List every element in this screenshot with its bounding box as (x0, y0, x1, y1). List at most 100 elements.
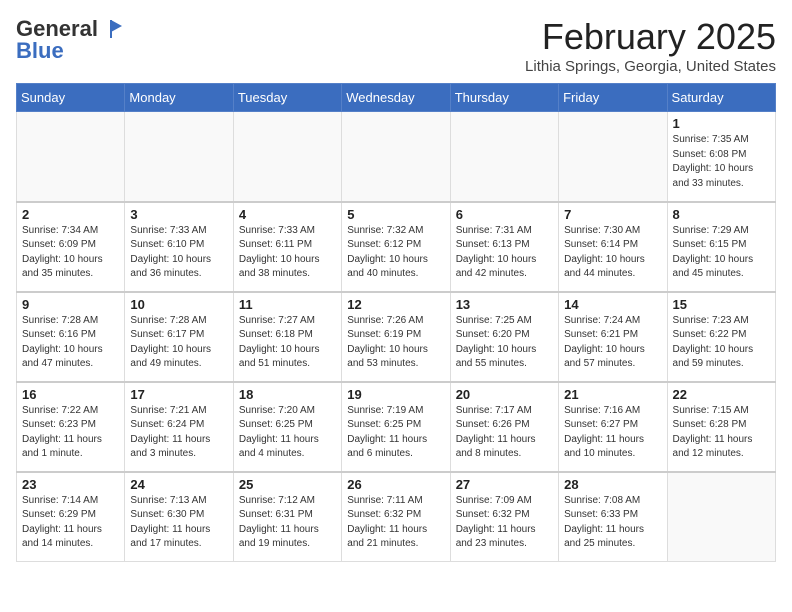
day-info: Sunrise: 7:21 AM Sunset: 6:24 PM Dayligh… (130, 404, 227, 462)
day-number: 2 (22, 207, 119, 222)
day-number: 9 (22, 297, 119, 312)
day-info: Sunrise: 7:33 AM Sunset: 6:11 PM Dayligh… (239, 224, 336, 282)
calendar-day (667, 472, 775, 562)
day-info: Sunrise: 7:34 AM Sunset: 6:09 PM Dayligh… (22, 224, 119, 282)
day-info: Sunrise: 7:15 AM Sunset: 6:28 PM Dayligh… (673, 404, 770, 462)
calendar-day: 25 Sunrise: 7:12 AM Sunset: 6:31 PM Dayli… (233, 472, 341, 562)
calendar-day (342, 112, 450, 202)
day-number: 12 (347, 297, 444, 312)
day-info: Sunrise: 7:30 AM Sunset: 6:14 PM Dayligh… (564, 224, 661, 282)
day-number: 22 (673, 387, 770, 402)
calendar-day: 20 Sunrise: 7:17 AM Sunset: 6:26 PM Dayli… (450, 382, 558, 472)
day-info: Sunrise: 7:23 AM Sunset: 6:22 PM Dayligh… (673, 314, 770, 372)
location-subtitle: Lithia Springs, Georgia, United States (525, 58, 776, 75)
weekday-header-row: SundayMondayTuesdayWednesdayThursdayFrid… (17, 84, 776, 112)
day-info: Sunrise: 7:29 AM Sunset: 6:15 PM Dayligh… (673, 224, 770, 282)
week-row-3: 9 Sunrise: 7:28 AM Sunset: 6:16 PM Daylig… (17, 292, 776, 382)
calendar-day: 6 Sunrise: 7:31 AM Sunset: 6:13 PM Daylig… (450, 202, 558, 292)
day-info: Sunrise: 7:32 AM Sunset: 6:12 PM Dayligh… (347, 224, 444, 282)
day-info: Sunrise: 7:14 AM Sunset: 6:29 PM Dayligh… (22, 494, 119, 552)
day-number: 6 (456, 207, 553, 222)
day-number: 13 (456, 297, 553, 312)
day-info: Sunrise: 7:28 AM Sunset: 6:16 PM Dayligh… (22, 314, 119, 372)
day-number: 27 (456, 477, 553, 492)
day-info: Sunrise: 7:08 AM Sunset: 6:33 PM Dayligh… (564, 494, 661, 552)
day-info: Sunrise: 7:19 AM Sunset: 6:25 PM Dayligh… (347, 404, 444, 462)
logo-blue-text: Blue (16, 38, 64, 64)
weekday-header-friday: Friday (559, 84, 667, 112)
calendar-day: 26 Sunrise: 7:11 AM Sunset: 6:32 PM Dayli… (342, 472, 450, 562)
day-number: 1 (673, 116, 770, 131)
calendar-day: 17 Sunrise: 7:21 AM Sunset: 6:24 PM Dayli… (125, 382, 233, 472)
day-info: Sunrise: 7:31 AM Sunset: 6:13 PM Dayligh… (456, 224, 553, 282)
calendar-day: 15 Sunrise: 7:23 AM Sunset: 6:22 PM Dayli… (667, 292, 775, 382)
day-info: Sunrise: 7:24 AM Sunset: 6:21 PM Dayligh… (564, 314, 661, 372)
weekday-header-sunday: Sunday (17, 84, 125, 112)
calendar-day: 22 Sunrise: 7:15 AM Sunset: 6:28 PM Dayli… (667, 382, 775, 472)
day-info: Sunrise: 7:17 AM Sunset: 6:26 PM Dayligh… (456, 404, 553, 462)
calendar-day: 16 Sunrise: 7:22 AM Sunset: 6:23 PM Dayli… (17, 382, 125, 472)
weekday-header-thursday: Thursday (450, 84, 558, 112)
calendar-day (125, 112, 233, 202)
day-info: Sunrise: 7:35 AM Sunset: 6:08 PM Dayligh… (673, 133, 770, 191)
calendar-day: 1 Sunrise: 7:35 AM Sunset: 6:08 PM Daylig… (667, 112, 775, 202)
calendar-day: 24 Sunrise: 7:13 AM Sunset: 6:30 PM Dayli… (125, 472, 233, 562)
day-number: 20 (456, 387, 553, 402)
calendar-day: 3Sunrise: 7:33 AM Sunset: 6:10 PM Daylig… (125, 202, 233, 292)
calendar-day: 5 Sunrise: 7:32 AM Sunset: 6:12 PM Daylig… (342, 202, 450, 292)
day-info: Sunrise: 7:09 AM Sunset: 6:32 PM Dayligh… (456, 494, 553, 552)
week-row-1: 1 Sunrise: 7:35 AM Sunset: 6:08 PM Daylig… (17, 112, 776, 202)
day-info: Sunrise: 7:22 AM Sunset: 6:23 PM Dayligh… (22, 404, 119, 462)
month-title: February 2025 (525, 16, 776, 58)
calendar-day: 9 Sunrise: 7:28 AM Sunset: 6:16 PM Daylig… (17, 292, 125, 382)
weekday-header-wednesday: Wednesday (342, 84, 450, 112)
calendar-day: 7 Sunrise: 7:30 AM Sunset: 6:14 PM Daylig… (559, 202, 667, 292)
calendar-day (450, 112, 558, 202)
week-row-5: 23 Sunrise: 7:14 AM Sunset: 6:29 PM Dayli… (17, 472, 776, 562)
day-number: 23 (22, 477, 119, 492)
day-number: 17 (130, 387, 227, 402)
day-number: 7 (564, 207, 661, 222)
week-row-2: 2 Sunrise: 7:34 AM Sunset: 6:09 PM Daylig… (17, 202, 776, 292)
day-number: 24 (130, 477, 227, 492)
day-number: 16 (22, 387, 119, 402)
day-info: Sunrise: 7:12 AM Sunset: 6:31 PM Dayligh… (239, 494, 336, 552)
week-row-4: 16 Sunrise: 7:22 AM Sunset: 6:23 PM Dayli… (17, 382, 776, 472)
calendar-day (233, 112, 341, 202)
logo: General Blue (16, 16, 122, 64)
day-info: Sunrise: 7:13 AM Sunset: 6:30 PM Dayligh… (130, 494, 227, 552)
day-number: 14 (564, 297, 661, 312)
day-number: 8 (673, 207, 770, 222)
calendar-day: 4 Sunrise: 7:33 AM Sunset: 6:11 PM Daylig… (233, 202, 341, 292)
day-number: 10 (130, 297, 227, 312)
day-info: Sunrise: 7:11 AM Sunset: 6:32 PM Dayligh… (347, 494, 444, 552)
day-number: 3 (130, 207, 227, 222)
calendar-day: 13Sunrise: 7:25 AM Sunset: 6:20 PM Dayli… (450, 292, 558, 382)
day-number: 21 (564, 387, 661, 402)
day-number: 26 (347, 477, 444, 492)
calendar-day: 10 Sunrise: 7:28 AM Sunset: 6:17 PM Dayli… (125, 292, 233, 382)
day-number: 5 (347, 207, 444, 222)
logo-flag-icon (100, 18, 122, 40)
day-info: Sunrise: 7:26 AM Sunset: 6:19 PM Dayligh… (347, 314, 444, 372)
calendar-day: 27 Sunrise: 7:09 AM Sunset: 6:32 PM Dayli… (450, 472, 558, 562)
calendar-day: 21 Sunrise: 7:16 AM Sunset: 6:27 PM Dayli… (559, 382, 667, 472)
weekday-header-tuesday: Tuesday (233, 84, 341, 112)
weekday-header-monday: Monday (125, 84, 233, 112)
day-info: Sunrise: 7:16 AM Sunset: 6:27 PM Dayligh… (564, 404, 661, 462)
day-number: 11 (239, 297, 336, 312)
day-info: Sunrise: 7:20 AM Sunset: 6:25 PM Dayligh… (239, 404, 336, 462)
day-number: 15 (673, 297, 770, 312)
calendar-day: 11Sunrise: 7:27 AM Sunset: 6:18 PM Dayli… (233, 292, 341, 382)
day-number: 4 (239, 207, 336, 222)
calendar-day: 28 Sunrise: 7:08 AM Sunset: 6:33 PM Dayli… (559, 472, 667, 562)
weekday-header-saturday: Saturday (667, 84, 775, 112)
title-area: February 2025 Lithia Springs, Georgia, U… (525, 16, 776, 75)
calendar-day (559, 112, 667, 202)
day-number: 28 (564, 477, 661, 492)
calendar-day: 8 Sunrise: 7:29 AM Sunset: 6:15 PM Daylig… (667, 202, 775, 292)
day-number: 19 (347, 387, 444, 402)
day-info: Sunrise: 7:28 AM Sunset: 6:17 PM Dayligh… (130, 314, 227, 372)
day-number: 25 (239, 477, 336, 492)
calendar-day (17, 112, 125, 202)
